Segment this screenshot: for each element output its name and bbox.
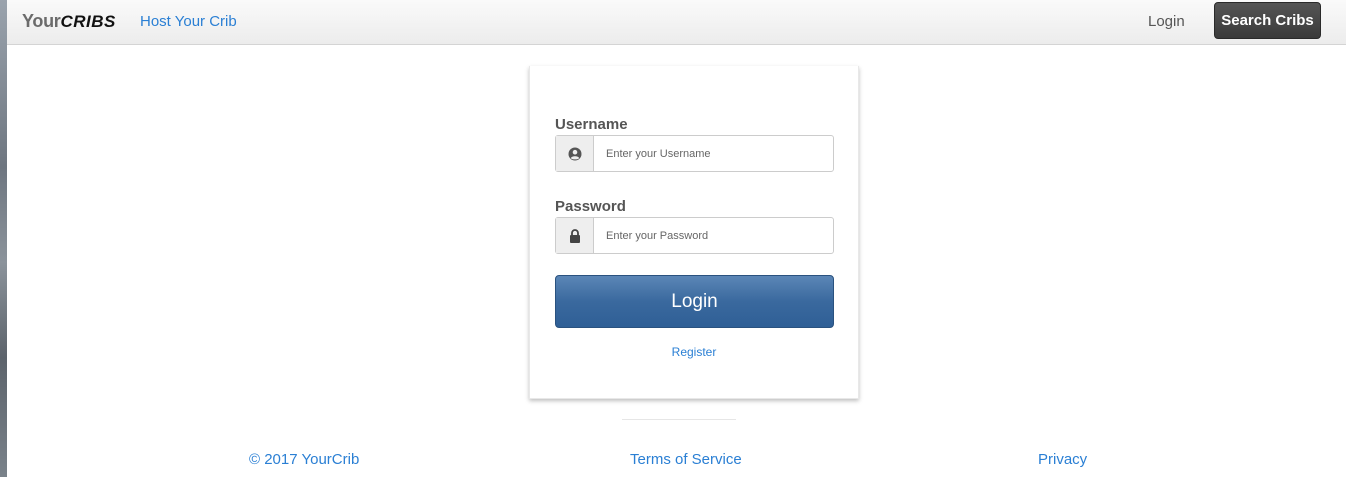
user-icon <box>556 136 594 171</box>
search-cribs-button[interactable]: Search Cribs <box>1214 2 1321 39</box>
login-button[interactable]: Login <box>555 275 834 328</box>
host-your-crib-link[interactable]: Host Your Crib <box>140 13 237 30</box>
footer-divider <box>622 419 736 420</box>
nav-login-link[interactable]: Login <box>1148 13 1185 30</box>
lock-icon <box>556 218 594 253</box>
background-edge <box>0 0 7 477</box>
register-link-text[interactable]: Register <box>672 345 717 359</box>
username-input-group <box>555 135 834 172</box>
username-input[interactable] <box>594 136 833 171</box>
username-label: Username <box>555 116 628 133</box>
password-input-group <box>555 217 834 254</box>
password-label: Password <box>555 198 626 215</box>
password-input[interactable] <box>594 218 833 253</box>
top-navbar: Your CRIBS Host Your Crib Login Search C… <box>7 0 1346 45</box>
brand-text-your: Your <box>22 11 61 31</box>
terms-of-service-link[interactable]: Terms of Service <box>630 451 742 468</box>
brand-logo[interactable]: Your CRIBS <box>22 11 116 32</box>
login-card: Username Password Login Register <box>529 66 859 399</box>
footer-copyright[interactable]: © 2017 YourCrib <box>249 451 359 468</box>
privacy-link[interactable]: Privacy <box>1038 451 1087 468</box>
brand-text-cribs: CRIBS <box>60 12 116 31</box>
register-link: Register <box>530 345 858 359</box>
